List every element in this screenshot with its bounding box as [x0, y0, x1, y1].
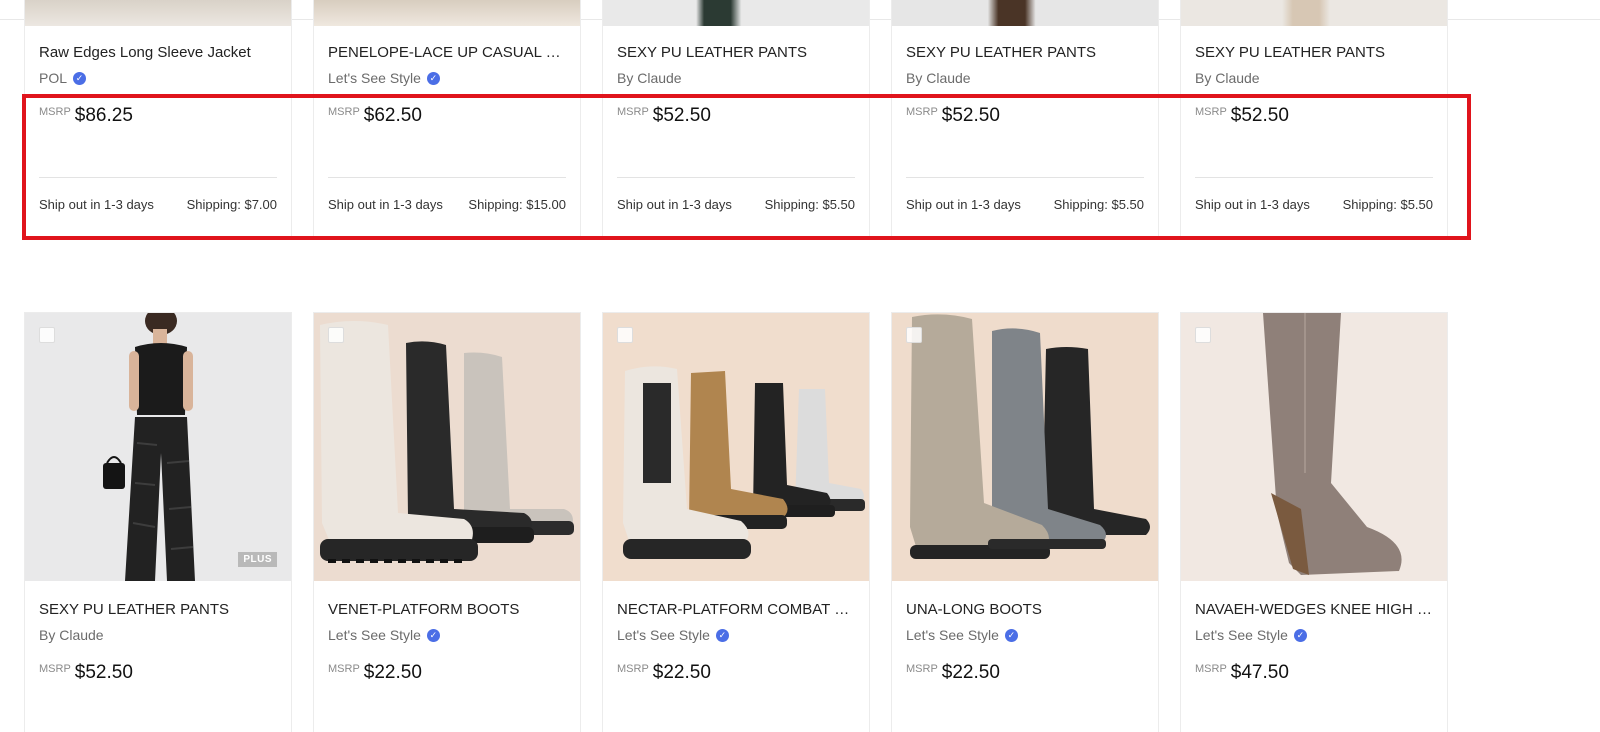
shipping-cost: Shipping: $5.50 [764, 197, 855, 212]
product-card[interactable]: UNA-LONG BOOTS Let's See Style ✓ MSRP $22.… [891, 312, 1159, 732]
verified-badge-icon: ✓ [426, 71, 440, 85]
price: $86.25 [74, 105, 133, 126]
price: $22.50 [363, 662, 422, 683]
plus-badge: PLUS [238, 552, 277, 567]
product-image[interactable] [314, 0, 580, 26]
select-checkbox[interactable] [39, 327, 55, 343]
brand-name[interactable]: POL [39, 69, 67, 87]
select-checkbox[interactable] [328, 327, 344, 343]
product-title[interactable]: Raw Edges Long Sleeve Jacket [39, 43, 277, 63]
ship-out-text: Ship out in 1-3 days [906, 197, 1021, 212]
verified-badge-icon: ✓ [1004, 628, 1018, 642]
price: $22.50 [941, 662, 1000, 683]
verified-badge-icon: ✓ [426, 628, 440, 642]
brand-name[interactable]: Let's See Style [906, 626, 999, 644]
divider [906, 177, 1144, 178]
ship-out-text: Ship out in 1-3 days [617, 197, 732, 212]
price: $52.50 [652, 105, 711, 126]
shipping-cost: Shipping: $7.00 [186, 197, 277, 212]
product-image[interactable] [314, 313, 580, 581]
chelsea-boots-image [603, 313, 869, 581]
product-title[interactable]: NECTAR-PLATFORM COMBAT B... [617, 600, 855, 620]
product-title[interactable]: SEXY PU LEATHER PANTS [906, 43, 1144, 63]
product-card[interactable]: Raw Edges Long Sleeve Jacket POL ✓ MSRP $8… [24, 0, 292, 240]
product-image[interactable] [1181, 0, 1447, 26]
brand-name[interactable]: By Claude [906, 69, 971, 87]
brand-name[interactable]: By Claude [39, 626, 104, 644]
model-leather-pants-image [25, 313, 291, 581]
product-title[interactable]: PENELOPE-LACE UP CASUAL S... [328, 43, 566, 63]
long-boots-image [892, 313, 1158, 581]
brand-name[interactable]: Let's See Style [1195, 626, 1288, 644]
product-image[interactable] [603, 313, 869, 581]
product-title[interactable]: SEXY PU LEATHER PANTS [1195, 43, 1433, 63]
product-card[interactable]: PLUS SEXY PU LEATHER PANTS By Claude MSR… [24, 312, 292, 732]
product-card[interactable]: NAVAEH-WEDGES KNEE HIGH B... Let's See S… [1180, 312, 1448, 732]
divider [1195, 177, 1433, 178]
product-card[interactable]: VENET-PLATFORM BOOTS Let's See Style ✓ MS… [313, 312, 581, 732]
shipping-cost: Shipping: $5.50 [1342, 197, 1433, 212]
select-checkbox[interactable] [617, 327, 633, 343]
select-checkbox[interactable] [1195, 327, 1211, 343]
brand-name[interactable]: Let's See Style [328, 626, 421, 644]
select-checkbox[interactable] [906, 327, 922, 343]
divider [39, 177, 277, 178]
product-card[interactable]: SEXY PU LEATHER PANTS By Claude MSRP $52.… [602, 0, 870, 240]
divider [617, 177, 855, 178]
msrp-label: MSRP [1195, 663, 1227, 675]
product-image[interactable] [603, 0, 869, 26]
product-image[interactable] [25, 0, 291, 26]
product-card[interactable]: SEXY PU LEATHER PANTS By Claude MSRP $52.… [891, 0, 1159, 240]
platform-boots-image [314, 313, 580, 581]
price: $22.50 [652, 662, 711, 683]
msrp-label: MSRP [328, 663, 360, 675]
ship-out-text: Ship out in 1-3 days [328, 197, 443, 212]
product-card[interactable]: SEXY PU LEATHER PANTS By Claude MSRP $52.… [1180, 0, 1448, 240]
price: $52.50 [74, 662, 133, 683]
msrp-label: MSRP [39, 106, 71, 118]
verified-badge-icon: ✓ [715, 628, 729, 642]
product-title[interactable]: VENET-PLATFORM BOOTS [328, 600, 566, 620]
product-title[interactable]: NAVAEH-WEDGES KNEE HIGH B... [1195, 600, 1433, 620]
msrp-label: MSRP [617, 106, 649, 118]
verified-badge-icon: ✓ [73, 71, 87, 85]
brand-name[interactable]: By Claude [1195, 69, 1260, 87]
msrp-label: MSRP [1195, 106, 1227, 118]
ship-out-text: Ship out in 1-3 days [1195, 197, 1310, 212]
ship-out-text: Ship out in 1-3 days [39, 197, 154, 212]
product-image[interactable] [1181, 313, 1447, 581]
price: $52.50 [941, 105, 1000, 126]
brand-name[interactable]: Let's See Style [617, 626, 710, 644]
msrp-label: MSRP [906, 663, 938, 675]
product-title[interactable]: SEXY PU LEATHER PANTS [617, 43, 855, 63]
brand-name[interactable]: By Claude [617, 69, 682, 87]
msrp-label: MSRP [39, 663, 71, 675]
verified-badge-icon: ✓ [1293, 628, 1307, 642]
wedge-knee-boot-image [1181, 313, 1447, 581]
price: $52.50 [1230, 105, 1289, 126]
product-title[interactable]: SEXY PU LEATHER PANTS [39, 600, 277, 620]
price: $47.50 [1230, 662, 1289, 683]
shipping-cost: Shipping: $5.50 [1053, 197, 1144, 212]
product-image[interactable] [892, 313, 1158, 581]
divider [328, 177, 566, 178]
price: $62.50 [363, 105, 422, 126]
product-image[interactable]: PLUS [25, 313, 291, 581]
msrp-label: MSRP [617, 663, 649, 675]
msrp-label: MSRP [328, 106, 360, 118]
shipping-cost: Shipping: $15.00 [468, 197, 566, 212]
product-image[interactable] [892, 0, 1158, 26]
brand-name[interactable]: Let's See Style [328, 69, 421, 87]
product-card[interactable]: PENELOPE-LACE UP CASUAL S... Let's See S… [313, 0, 581, 240]
msrp-label: MSRP [906, 106, 938, 118]
product-title[interactable]: UNA-LONG BOOTS [906, 600, 1144, 620]
product-card[interactable]: NECTAR-PLATFORM COMBAT B... Let's See St… [602, 312, 870, 732]
